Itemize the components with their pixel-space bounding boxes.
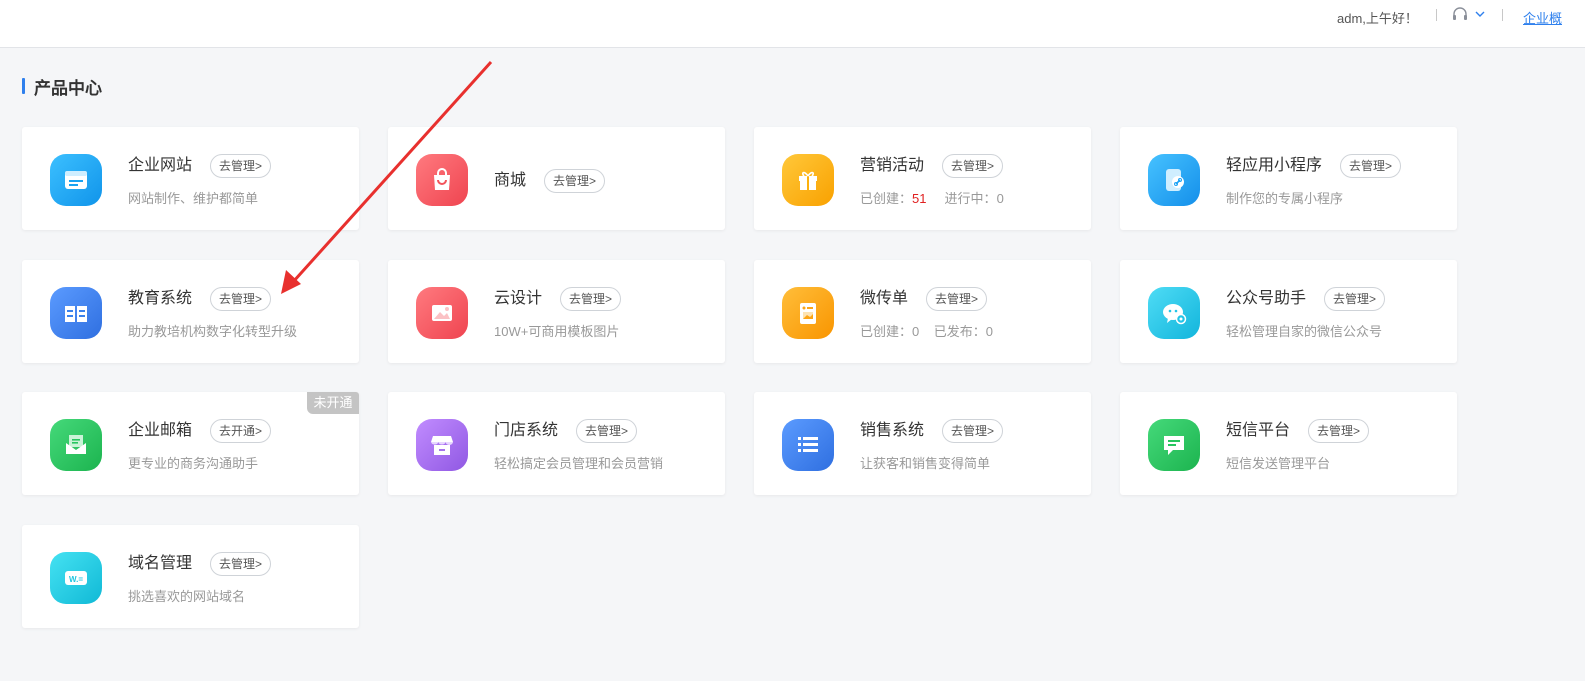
page-title: 产品中心 xyxy=(34,78,102,98)
product-description: 挑选喜欢的网站域名 xyxy=(128,589,246,604)
product-name: 销售系统 xyxy=(860,422,925,439)
product-card-domain[interactable]: W.= 域名管理 去管理> 挑选喜欢的网站域名 xyxy=(22,525,359,628)
shopping-bag-icon xyxy=(416,154,468,206)
product-description: 让获客和销售变得简单 xyxy=(860,456,991,471)
svg-text:W.=: W.= xyxy=(69,575,83,584)
product-description: 制作您的专属小程序 xyxy=(1226,191,1344,206)
enterprise-overview-link[interactable]: 企业概 xyxy=(1523,8,1562,27)
store-icon xyxy=(416,419,468,471)
flyer-icon xyxy=(782,287,834,339)
manage-button[interactable]: 去管理> xyxy=(210,154,272,178)
product-name: 公众号助手 xyxy=(1226,290,1307,307)
product-card-sales[interactable]: 销售系统 去管理> 让获客和销售变得简单 xyxy=(754,392,1091,495)
product-card-marketing[interactable]: 营销活动 去管理> 已创建：51 进行中：0 xyxy=(754,127,1091,230)
chevron-down-icon xyxy=(1475,11,1485,17)
product-name: 云设计 xyxy=(494,290,543,307)
product-description: 轻松搞定会员管理和会员营销 xyxy=(494,456,664,471)
title-accent-bar xyxy=(22,78,25,94)
product-card-education[interactable]: 教育系统 去管理> 助力教培机构数字化转型升级 xyxy=(22,260,359,363)
manage-button[interactable]: 去管理> xyxy=(544,169,606,193)
product-name: 企业网站 xyxy=(128,157,193,174)
mini-program-icon xyxy=(1148,154,1200,206)
manage-button[interactable]: 去管理> xyxy=(560,287,622,311)
created-count: 51 xyxy=(912,191,927,206)
active-count: 0 xyxy=(996,191,1004,206)
product-card-cloud-design[interactable]: 云设计 去管理> 10W+可商用模板图片 xyxy=(388,260,725,363)
product-name: 轻应用小程序 xyxy=(1226,157,1323,174)
product-description: 10W+可商用模板图片 xyxy=(494,324,620,339)
product-card-website[interactable]: 企业网站 去管理> 网站制作、维护都简单 xyxy=(22,127,359,230)
published-count: 0 xyxy=(985,324,993,339)
product-name: 门店系统 xyxy=(494,422,559,439)
product-card-flyer[interactable]: 微传单 去管理> 已创建：0 已发布：0 xyxy=(754,260,1091,363)
product-description: 更专业的商务沟通助手 xyxy=(128,456,259,471)
top-bar: adm,上午好！ 企业概 xyxy=(0,0,1585,48)
product-card-store[interactable]: 门店系统 去管理> 轻松搞定会员管理和会员营销 xyxy=(388,392,725,495)
divider xyxy=(1502,9,1503,21)
product-card-mall[interactable]: 商城 去管理> xyxy=(388,127,725,230)
product-name: 域名管理 xyxy=(128,555,193,572)
sms-icon xyxy=(1148,419,1200,471)
manage-button[interactable]: 去管理> xyxy=(926,287,988,311)
product-card-mini-program[interactable]: 轻应用小程序 去管理> 制作您的专属小程序 xyxy=(1120,127,1457,230)
list-icon xyxy=(782,419,834,471)
active-label: 进行中： xyxy=(944,191,997,206)
headset-icon xyxy=(1453,7,1485,20)
book-icon xyxy=(50,287,102,339)
customer-service-menu[interactable] xyxy=(1452,6,1488,24)
product-name: 短信平台 xyxy=(1226,422,1291,439)
manage-button[interactable]: 去管理> xyxy=(210,287,272,311)
created-label: 已创建： xyxy=(860,191,913,206)
manage-button[interactable]: 去管理> xyxy=(210,552,272,576)
product-card-wechat-assistant[interactable]: 公众号助手 去管理> 轻松管理自家的微信公众号 xyxy=(1120,260,1457,363)
gift-icon xyxy=(782,154,834,206)
product-card-enterprise-mail[interactable]: 未开通 企业邮箱 去开通> 更专业的商务沟通助手 xyxy=(22,392,359,495)
divider xyxy=(1436,9,1437,21)
product-description: 短信发送管理平台 xyxy=(1226,456,1331,471)
manage-button[interactable]: 去管理> xyxy=(576,419,638,443)
wechat-settings-icon xyxy=(1148,287,1200,339)
manage-button[interactable]: 去管理> xyxy=(1324,287,1386,311)
manage-button[interactable]: 去管理> xyxy=(1308,419,1370,443)
created-label: 已创建： xyxy=(860,324,913,339)
activate-button[interactable]: 去开通> xyxy=(210,419,272,443)
manage-button[interactable]: 去管理> xyxy=(942,154,1004,178)
product-stats: 已创建：51 进行中：0 xyxy=(860,188,1004,207)
mail-icon xyxy=(50,419,102,471)
product-description: 网站制作、维护都简单 xyxy=(128,191,259,206)
published-label: 已发布： xyxy=(933,324,986,339)
product-name: 微传单 xyxy=(860,290,909,307)
section-title: 产品中心 xyxy=(22,76,102,98)
manage-button[interactable]: 去管理> xyxy=(942,419,1004,443)
manage-button[interactable]: 去管理> xyxy=(1340,154,1402,178)
product-name: 营销活动 xyxy=(860,157,925,174)
domain-icon: W.= xyxy=(50,552,102,604)
user-greeting: adm,上午好！ xyxy=(1337,11,1418,26)
website-icon xyxy=(50,154,102,206)
product-description: 助力教培机构数字化转型升级 xyxy=(128,324,298,339)
product-card-sms[interactable]: 短信平台 去管理> 短信发送管理平台 xyxy=(1120,392,1457,495)
product-name: 教育系统 xyxy=(128,290,193,307)
product-name: 企业邮箱 xyxy=(128,422,193,439)
not-activated-badge: 未开通 xyxy=(307,392,359,414)
created-count: 0 xyxy=(912,324,920,339)
product-stats: 已创建：0 已发布：0 xyxy=(860,321,993,340)
product-description: 轻松管理自家的微信公众号 xyxy=(1226,324,1383,339)
image-icon xyxy=(416,287,468,339)
product-name: 商城 xyxy=(494,172,527,189)
